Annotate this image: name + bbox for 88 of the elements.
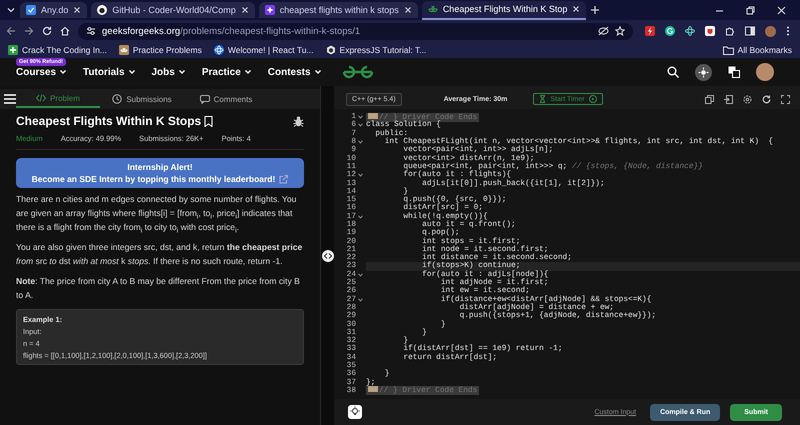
chevron-down-icon xyxy=(314,68,322,76)
settings-icon[interactable] xyxy=(743,94,752,104)
tab-title: Any.do xyxy=(41,5,68,15)
problem-title: Cheapest Flights Within K Stops xyxy=(16,114,202,128)
avatar-icon[interactable] xyxy=(756,63,774,81)
import-icon[interactable] xyxy=(724,94,733,104)
bug-icon[interactable] xyxy=(293,116,304,126)
nav-menu[interactable]: Tutorials xyxy=(83,66,136,78)
fullscreen-icon[interactable] xyxy=(781,94,790,104)
browser-tab[interactable]: Any.do xyxy=(20,2,88,18)
avatar-icon[interactable] xyxy=(765,26,776,36)
problem-tab[interactable]: Submissions xyxy=(100,90,184,108)
fold-caret-icon[interactable] xyxy=(358,140,363,144)
sparkle-icon xyxy=(264,5,275,15)
sun-icon[interactable] xyxy=(695,64,712,80)
all-bookmarks[interactable]: All Bookmarks xyxy=(722,45,792,55)
bookmark[interactable]: Practice Problems xyxy=(118,45,202,55)
more-icon[interactable] xyxy=(786,26,790,36)
back-arrow-icon[interactable] xyxy=(6,26,16,36)
paragraph: There are n cities and m edges connected by some number of flights. You are given an array flights where flights[i] = [from$_{i}$, to$_{i}$, price$_{i}$] indicates that there is a flight from the city from$_{i}$ to city to$_{i}$ with cost price$_{i}$. xyxy=(16,193,298,234)
lightning-icon[interactable] xyxy=(645,26,655,36)
close-icon[interactable] xyxy=(404,6,412,14)
close-icon[interactable] xyxy=(73,6,82,14)
hourglass-icon xyxy=(539,95,546,103)
fold-caret-icon[interactable] xyxy=(358,123,363,128)
browser-tab[interactable]: cheapest flights within k stops xyxy=(258,2,418,18)
shield-icon[interactable] xyxy=(705,26,715,36)
menu-icon[interactable] xyxy=(4,94,16,104)
tab-title: Cheapest Flights Within K Stop xyxy=(442,4,568,14)
puzzle-icon[interactable] xyxy=(725,26,735,36)
reload-icon[interactable] xyxy=(42,26,52,36)
search-icon[interactable] xyxy=(667,66,679,78)
url-text: geeksforgeeks.org/problems/cheapest-flights-within-k-stops/1 xyxy=(102,26,362,36)
hexagon-icon xyxy=(326,45,336,55)
address-bar[interactable]: geeksforgeeks.org/problems/cheapest-flights-within-k-stops/1 xyxy=(78,22,633,40)
home-icon[interactable] xyxy=(60,26,70,36)
banner-heading: Internship Alert! xyxy=(127,162,193,172)
nav-menu[interactable]: Contests xyxy=(268,66,322,78)
star-icon[interactable] xyxy=(615,26,625,36)
copy-icon[interactable] xyxy=(705,94,714,104)
internship-banner[interactable]: Internship Alert! Become an SDE Intern by topping this monthly leaderboard! xyxy=(16,158,304,188)
folder-icon xyxy=(722,46,734,54)
eye-slash-icon[interactable] xyxy=(598,26,609,36)
chevron-down-icon xyxy=(244,68,252,76)
tab-title: GitHub - Coder-World04/Comp xyxy=(112,5,236,15)
chevron-down-icon[interactable] xyxy=(6,5,16,15)
atom-icon[interactable] xyxy=(685,26,695,36)
bookmark[interactable]: ExpressJS Tutorial: T... xyxy=(326,45,426,55)
fold-caret-icon[interactable] xyxy=(358,173,363,178)
problem-tab[interactable]: Comments xyxy=(184,90,268,108)
chat-bubble-icon xyxy=(200,94,210,104)
plus-icon[interactable] xyxy=(590,5,600,15)
bookmark[interactable]: Welcome! | React Tu... xyxy=(214,45,314,55)
clock-icon xyxy=(112,94,122,104)
atom-icon xyxy=(214,45,224,55)
plus-icon xyxy=(8,45,18,55)
forward-arrow-icon[interactable] xyxy=(24,26,34,36)
restore-icon[interactable] xyxy=(746,6,755,14)
reset-icon[interactable] xyxy=(762,94,771,104)
banner-text: Become an SDE Intern by topping this monthly leaderboard! xyxy=(32,174,276,184)
fold-caret-icon[interactable] xyxy=(358,214,363,219)
paragraph: Note: The price from city A to B may be different From the price from city B to A. xyxy=(16,275,301,302)
browser-tab[interactable]: GitHub - Coder-World04/Comp xyxy=(91,2,255,18)
play-circle-icon xyxy=(588,95,597,103)
bookmark-icon[interactable] xyxy=(204,116,214,126)
chevron-down-icon xyxy=(128,68,136,76)
nav-menu[interactable]: Practice xyxy=(202,66,252,78)
external-link-icon xyxy=(279,174,288,184)
code-icon xyxy=(36,93,46,103)
list-icon xyxy=(26,5,36,15)
fold-caret-icon[interactable] xyxy=(358,115,363,120)
tune-icon xyxy=(86,26,96,36)
nav-menu[interactable]: Courses xyxy=(16,66,68,78)
paragraph: You are also given three integers src, dst, and k, return the cheapest price from src to dst with at most k stops. If there is no such route, return -1. xyxy=(16,241,304,268)
bookmark[interactable]: Crack The Coding In... xyxy=(8,45,107,55)
close-icon[interactable] xyxy=(777,6,786,14)
browser-tab[interactable]: Cheapest Flights Within K Stop xyxy=(422,0,586,20)
resize-handle-icon[interactable] xyxy=(322,250,334,262)
fold-caret-icon[interactable] xyxy=(358,298,363,302)
tab-title: cheapest flights within k stops xyxy=(280,5,399,15)
close-icon[interactable] xyxy=(572,5,580,13)
chevron-down-icon xyxy=(59,68,68,76)
sidebar-icon[interactable] xyxy=(745,26,755,36)
problem-tab[interactable]: Problem xyxy=(16,90,100,108)
fold-caret-icon[interactable] xyxy=(358,272,363,277)
nav-menu[interactable]: Jobs xyxy=(152,66,186,78)
close-icon[interactable] xyxy=(240,6,249,14)
chevron-down-icon xyxy=(178,68,186,76)
